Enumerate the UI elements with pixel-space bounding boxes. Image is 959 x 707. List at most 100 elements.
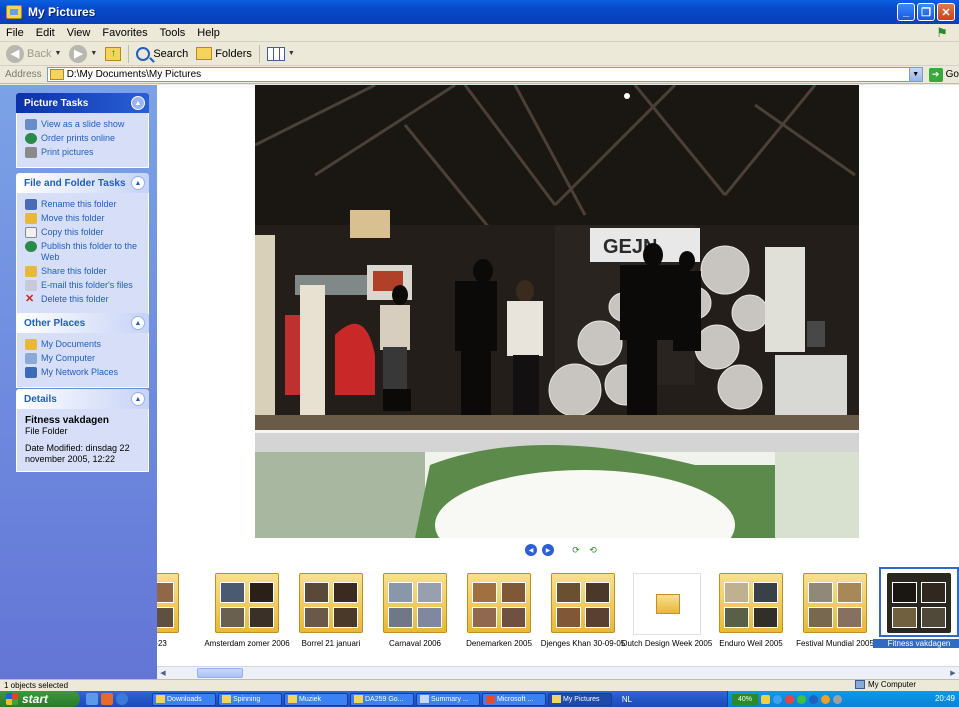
rotate-counterclockwise-icon[interactable]: ⟲	[587, 544, 599, 556]
menu-tools[interactable]: Tools	[154, 27, 192, 39]
publish-folder-link[interactable]: Publish this folder to the Web	[25, 241, 144, 263]
film-folder-item[interactable]: Enduro Weil 2005	[711, 573, 791, 655]
menu-help[interactable]: Help	[191, 27, 226, 39]
forward-button[interactable]: ▶ ▼	[65, 44, 101, 64]
task-label: Microsoft ...	[497, 695, 534, 703]
office-icon	[486, 695, 495, 703]
show-desktop-icon[interactable]	[86, 693, 98, 705]
task-microsoft[interactable]: Microsoft ...	[482, 692, 546, 706]
delete-folder-link[interactable]: ✕ Delete this folder	[25, 294, 144, 305]
filmstrip: 11-23 Amsterdam zomer 2006 Borrel 21 jan…	[157, 565, 959, 661]
messenger-icon[interactable]	[821, 694, 830, 704]
printer-icon	[25, 147, 37, 158]
task-da259[interactable]: DA259 Go...	[350, 692, 414, 706]
share-folder-link[interactable]: Share this folder	[25, 266, 144, 277]
minimize-button[interactable]: _	[897, 3, 915, 21]
update-icon[interactable]	[797, 694, 806, 704]
rotate-clockwise-icon[interactable]: ⟳	[570, 544, 582, 556]
order-prints-link[interactable]: Order prints online	[25, 133, 144, 144]
details-header[interactable]: Details ▲	[16, 389, 149, 409]
address-dropdown-icon[interactable]: ▼	[908, 68, 922, 81]
scrollbar-thumb[interactable]	[197, 668, 243, 678]
copy-folder-label: Copy this folder	[41, 227, 104, 237]
close-button[interactable]: ✕	[937, 3, 955, 21]
email-files-link[interactable]: E-mail this folder's files	[25, 280, 144, 291]
file-folder-tasks-body: Rename this folder Move this folder Copy…	[16, 193, 149, 315]
internet-explorer-icon[interactable]	[116, 693, 128, 705]
task-label: DA259 Go...	[365, 695, 404, 703]
menu-view[interactable]: View	[61, 27, 97, 39]
clock[interactable]: 20:49	[935, 694, 955, 703]
start-button[interactable]: start	[0, 691, 80, 707]
copy-icon	[25, 227, 37, 238]
task-muziek[interactable]: Muziek	[284, 692, 348, 706]
maximize-button[interactable]: ❐	[917, 3, 935, 21]
views-icon	[266, 46, 285, 61]
picture-tasks-header[interactable]: Picture Tasks ▲	[16, 93, 149, 113]
task-spinning[interactable]: Spinning	[218, 692, 282, 706]
network-tray-icon[interactable]	[773, 694, 782, 704]
my-computer-link[interactable]: My Computer	[25, 353, 144, 364]
task-downloads[interactable]: Downloads	[152, 692, 216, 706]
rename-folder-label: Rename this folder	[41, 199, 117, 209]
film-folder-item[interactable]: Denemarken 2005	[459, 573, 539, 655]
scroll-left-icon[interactable]: ◀	[157, 667, 169, 679]
film-folder-item[interactable]: Amsterdam zomer 2006	[204, 573, 290, 655]
move-folder-link[interactable]: Move this folder	[25, 213, 144, 224]
go-button[interactable]: ➔ Go	[928, 67, 959, 82]
filmstrip-scrollbar[interactable]: ◀ ▶	[157, 666, 959, 679]
media-player-icon[interactable]	[101, 693, 113, 705]
language-indicator[interactable]: NL	[616, 693, 638, 706]
task-my-pictures[interactable]: My Pictures	[548, 692, 612, 706]
battery-gauge[interactable]: 40%	[732, 693, 758, 705]
film-folder-item[interactable]: Carnaval 2006	[375, 573, 455, 655]
address-input[interactable]: D:\My Documents\My Pictures ▼	[46, 67, 923, 82]
collapse-chevron-icon[interactable]: ▲	[131, 176, 145, 190]
task-summary[interactable]: Summary ...	[416, 692, 480, 706]
folders-button[interactable]: Folders	[192, 44, 256, 64]
email-icon	[25, 280, 37, 291]
film-folder-label: Festival Mundial 2005	[796, 639, 874, 648]
scroll-right-icon[interactable]: ▶	[947, 667, 959, 679]
search-icon	[136, 46, 151, 61]
slideshow-link[interactable]: View as a slide show	[25, 119, 144, 130]
copy-folder-link[interactable]: Copy this folder	[25, 227, 144, 238]
globe-icon	[25, 133, 37, 144]
window-icon	[420, 695, 429, 703]
collapse-chevron-icon[interactable]: ▲	[131, 96, 145, 110]
print-pictures-link[interactable]: Print pictures	[25, 147, 144, 158]
forward-dropdown-icon[interactable]: ▼	[90, 50, 97, 57]
previous-image-icon[interactable]: ◀	[525, 544, 537, 556]
my-documents-link[interactable]: My Documents	[25, 339, 144, 350]
film-folder-item[interactable]: Djenges Khan 30-09-05	[541, 573, 625, 655]
menu-edit[interactable]: Edit	[30, 27, 61, 39]
views-button[interactable]: ▼	[263, 44, 299, 64]
my-network-places-link[interactable]: My Network Places	[25, 367, 144, 378]
back-button[interactable]: ◀ Back ▼	[2, 44, 65, 64]
rename-folder-link[interactable]: Rename this folder	[25, 199, 144, 210]
film-folder-item[interactable]: Festival Mundial 2005	[795, 573, 875, 655]
search-button[interactable]: Search	[132, 44, 192, 64]
antivirus-icon[interactable]	[785, 694, 794, 704]
menu-file[interactable]: File	[0, 27, 30, 39]
back-dropdown-icon[interactable]: ▼	[54, 50, 61, 57]
volume-icon[interactable]	[833, 694, 842, 704]
other-places-header[interactable]: Other Places ▲	[16, 313, 149, 333]
power-icon[interactable]	[761, 694, 770, 704]
file-folder-tasks-header[interactable]: File and Folder Tasks ▲	[16, 173, 149, 193]
film-folder-item[interactable]: Borrel 21 januari	[291, 573, 371, 655]
collapse-chevron-icon[interactable]: ▲	[131, 392, 145, 406]
collapse-chevron-icon[interactable]: ▲	[131, 316, 145, 330]
menu-favorites[interactable]: Favorites	[96, 27, 153, 39]
bluetooth-icon[interactable]	[809, 694, 818, 704]
photo-folder-icon	[719, 573, 783, 633]
film-folder-item[interactable]: 11-23	[157, 573, 187, 655]
folder-up-icon: ↑	[105, 46, 122, 61]
film-folder-item[interactable]: Dutch Design Week 2005	[622, 573, 712, 655]
title-bar[interactable]: My Pictures _ ❐ ✕	[0, 0, 959, 24]
film-folder-item-selected[interactable]: Fitness vakdagen	[873, 567, 959, 655]
up-button[interactable]: ↑	[101, 44, 125, 64]
go-label: Go	[945, 69, 959, 80]
next-image-icon[interactable]: ▶	[542, 544, 554, 556]
order-prints-label: Order prints online	[41, 133, 116, 143]
